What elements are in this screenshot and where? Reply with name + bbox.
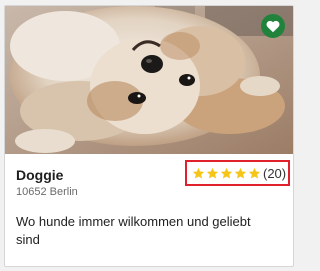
- rating-stars: [192, 167, 261, 180]
- review-count: (20): [263, 165, 287, 181]
- favorite-button[interactable]: [261, 14, 285, 38]
- listing-address: 10652 Berlin: [16, 186, 78, 198]
- star-icon: [220, 167, 233, 179]
- listing-description: Wo hunde immer wilkommen und geliebt sin…: [16, 214, 251, 247]
- star-icon: [248, 167, 261, 179]
- star-icon: [206, 167, 219, 179]
- rating-summary[interactable]: (20): [185, 160, 290, 186]
- listing-photo[interactable]: [5, 6, 293, 154]
- listing-title[interactable]: Doggie: [16, 167, 63, 183]
- star-icon: [192, 167, 205, 179]
- listing-card[interactable]: Doggie 10652 Berlin (20) Wo hunde immer …: [4, 5, 294, 267]
- heart-icon: [266, 20, 280, 32]
- dog-photo-image: [5, 6, 293, 154]
- star-icon: [234, 167, 247, 179]
